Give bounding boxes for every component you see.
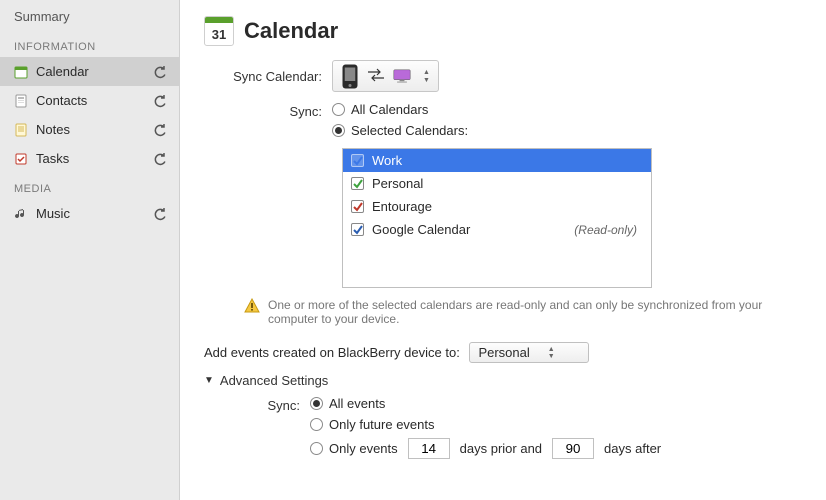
- sidebar-item-label: Music: [36, 206, 70, 221]
- checkbox-icon[interactable]: [351, 200, 364, 213]
- readonly-warning: One or more of the selected calendars ar…: [244, 298, 802, 326]
- radio-selected-calendars[interactable]: Selected Calendars:: [332, 123, 468, 138]
- calendar-name: Personal: [372, 176, 643, 191]
- radio-label: All Calendars: [351, 102, 428, 117]
- music-icon: [14, 207, 28, 221]
- radio-label-mid: days prior and: [460, 441, 542, 456]
- sidebar-item-label: Contacts: [36, 93, 87, 108]
- stepper-icon[interactable]: ▲▼: [423, 69, 430, 84]
- advanced-settings-header[interactable]: ▼ Advanced Settings: [204, 373, 802, 388]
- sidebar-item-contacts[interactable]: Contacts: [0, 86, 179, 115]
- sync-icon[interactable]: [153, 152, 167, 166]
- notes-icon: [14, 123, 28, 137]
- days-prior-input[interactable]: [408, 438, 450, 459]
- device-icon: [341, 65, 359, 87]
- sync-icon[interactable]: [153, 94, 167, 108]
- sidebar-item-label: Tasks: [36, 151, 69, 166]
- radio-icon: [310, 397, 323, 410]
- radio-icon: [310, 442, 323, 455]
- radio-label-suffix: days after: [604, 441, 661, 456]
- days-after-input[interactable]: [552, 438, 594, 459]
- sidebar-item-label: Calendar: [36, 64, 89, 79]
- radio-icon: [332, 103, 345, 116]
- calendar-icon: [14, 65, 28, 79]
- sidebar-item-label: Notes: [36, 122, 70, 137]
- sync-icon[interactable]: [153, 123, 167, 137]
- calendar-name: Google Calendar: [372, 222, 566, 237]
- radio-label-prefix: Only events: [329, 441, 398, 456]
- sidebar-section-media: MEDIA: [0, 173, 179, 199]
- radio-all-events[interactable]: All events: [310, 396, 661, 411]
- sync-calendar-label: Sync Calendar:: [204, 69, 332, 84]
- sync-icon[interactable]: [153, 65, 167, 79]
- add-events-select[interactable]: Personal ▲▼: [469, 342, 589, 363]
- sidebar: Summary INFORMATION Calendar Contacts: [0, 0, 180, 500]
- radio-label: All events: [329, 396, 385, 411]
- calendar-icon-day: 31: [205, 23, 233, 45]
- calendar-row-google[interactable]: Google Calendar (Read-only): [343, 218, 651, 241]
- sync-icon[interactable]: [153, 207, 167, 221]
- stepper-icon: ▲▼: [548, 346, 555, 360]
- add-events-label: Add events created on BlackBerry device …: [204, 345, 460, 360]
- sync-direction-selector[interactable]: ▲▼: [332, 60, 439, 92]
- checkbox-icon[interactable]: [351, 223, 364, 236]
- tasks-icon: [14, 152, 28, 166]
- sidebar-item-music[interactable]: Music: [0, 199, 179, 228]
- advanced-settings-label: Advanced Settings: [220, 373, 328, 388]
- advanced-sync-label: Sync:: [204, 396, 310, 413]
- radio-future-events[interactable]: Only future events: [310, 417, 661, 432]
- readonly-note: (Read-only): [574, 223, 643, 237]
- radio-all-calendars[interactable]: All Calendars: [332, 102, 468, 117]
- sync-scope-label: Sync:: [204, 102, 332, 119]
- sidebar-section-information: INFORMATION: [0, 31, 179, 57]
- radio-label: Selected Calendars:: [351, 123, 468, 138]
- calendar-list[interactable]: Work Personal Entourage Google Calendar …: [342, 148, 652, 288]
- contacts-icon: [14, 94, 28, 108]
- sidebar-item-summary[interactable]: Summary: [0, 2, 179, 31]
- checkbox-icon[interactable]: [351, 177, 364, 190]
- radio-icon: [310, 418, 323, 431]
- select-value: Personal: [478, 345, 529, 360]
- calendar-name: Work: [372, 153, 643, 168]
- sidebar-item-tasks[interactable]: Tasks: [0, 144, 179, 173]
- radio-icon: [332, 124, 345, 137]
- calendar-large-icon: 31: [204, 16, 234, 46]
- calendar-row-work[interactable]: Work: [343, 149, 651, 172]
- calendar-row-entourage[interactable]: Entourage: [343, 195, 651, 218]
- page-title: Calendar: [244, 18, 338, 44]
- disclosure-triangle-icon: ▼: [204, 375, 214, 386]
- radio-range-events[interactable]: Only events days prior and days after: [310, 438, 661, 459]
- computer-icon: [393, 65, 411, 87]
- bidirectional-arrows-icon: [367, 68, 385, 84]
- checkbox-icon[interactable]: [351, 154, 364, 167]
- sidebar-item-label: Summary: [14, 9, 70, 24]
- sidebar-item-notes[interactable]: Notes: [0, 115, 179, 144]
- sidebar-item-calendar[interactable]: Calendar: [0, 57, 179, 86]
- radio-label: Only future events: [329, 417, 435, 432]
- warning-icon: [244, 298, 260, 314]
- calendar-name: Entourage: [372, 199, 643, 214]
- main-pane: 31 Calendar Sync Calendar: ▲▼: [180, 0, 826, 500]
- warning-text: One or more of the selected calendars ar…: [268, 298, 802, 326]
- calendar-row-personal[interactable]: Personal: [343, 172, 651, 195]
